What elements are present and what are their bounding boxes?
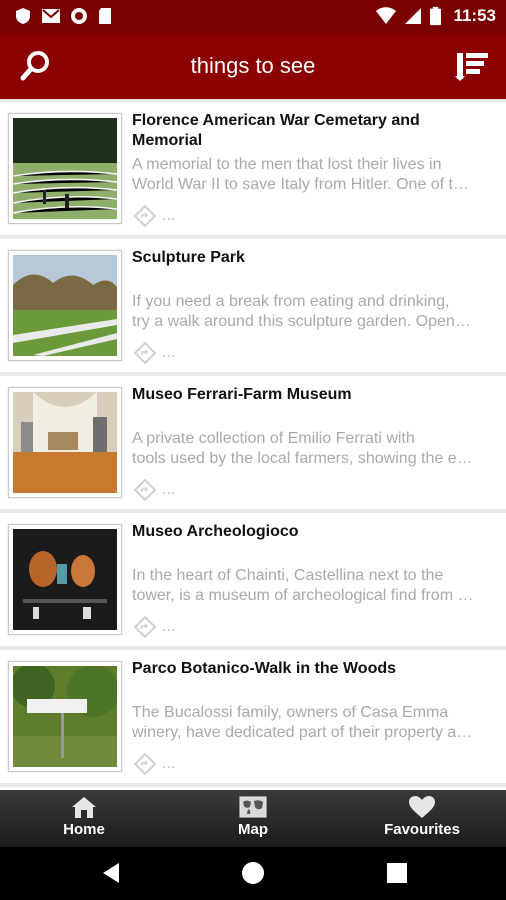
description-line: If you need a break from eating and drin…: [132, 293, 450, 310]
description-line: winery, have dedicated part of their pro…: [132, 724, 473, 741]
item-title: Sculpture Park: [132, 249, 245, 266]
description-line: tools used by the local farmers, showing…: [132, 450, 473, 467]
page-title: things to see: [190, 53, 316, 78]
back-icon[interactable]: [99, 860, 125, 886]
item-meta-text: ...: [162, 755, 176, 772]
heart-icon: [409, 796, 435, 818]
directions-icon: [134, 479, 156, 501]
notification-icons: [14, 7, 113, 25]
item-meta-text: ...: [162, 207, 176, 224]
description-line: In the heart of Chainti, Castellina next…: [132, 567, 444, 584]
directions-icon: [134, 342, 156, 364]
item-meta: ...: [134, 479, 175, 501]
description-line: World War II to save Italy from Hitler. …: [132, 176, 469, 193]
clock-time: 11:53: [453, 6, 496, 25]
description-line: The Bucalossi family, owners of Casa Emm…: [132, 704, 449, 721]
thumbnail-frame: [8, 661, 122, 772]
list-item[interactable]: Parco Botanico-Walk in the Woods The Buc…: [0, 650, 506, 783]
nav-favourites-label: Favourites: [384, 821, 460, 838]
description-line: tower, is a museum of archeological find…: [132, 587, 474, 604]
item-meta-text: ...: [162, 618, 176, 635]
sculpture-park-thumbnail: [13, 255, 117, 356]
botanical-park-thumbnail: [13, 666, 117, 767]
item-meta: ...: [134, 342, 175, 364]
item-description: A memorial to the men that lost their li…: [132, 155, 497, 195]
nav-favourites-button[interactable]: Favourites: [372, 790, 472, 847]
item-title: Florence American War Cemetary and Memor…: [132, 112, 420, 149]
system-navigation-bar: [0, 847, 506, 900]
directions-icon: [134, 616, 156, 638]
item-meta-text: ...: [162, 344, 176, 361]
item-title: Parco Botanico-Walk in the Woods: [132, 660, 397, 677]
wifi-icon: [376, 7, 397, 24]
thumbnail-frame: [8, 250, 122, 361]
item-meta-text: ...: [162, 481, 176, 498]
list-item[interactable]: Sculpture Park If you need a break from …: [0, 239, 506, 372]
item-meta: ...: [134, 753, 175, 775]
app-bar: things to see: [0, 33, 506, 99]
sd-card-icon: [99, 8, 111, 24]
item-description: The Bucalossi family, owners of Casa Emm…: [132, 703, 497, 743]
item-description: If you need a break from eating and drin…: [132, 292, 497, 332]
list-sort-icon: [455, 53, 488, 81]
gmail-icon: [42, 9, 60, 23]
status-bar: 11:53: [0, 0, 506, 33]
bottom-nav: Home Map Favourites: [0, 790, 506, 847]
archaeology-museum-thumbnail: [13, 529, 117, 630]
system-status-icons: 11:53: [376, 6, 496, 26]
home-icon: [72, 797, 96, 818]
nav-home-button[interactable]: Home: [44, 790, 124, 847]
thumbnail-frame: [8, 387, 122, 498]
list-item[interactable]: Florence American War Cemetary and Memor…: [0, 102, 506, 235]
home-circle-icon[interactable]: [240, 860, 266, 886]
description-line: try a walk around this sculpture garden.…: [132, 313, 471, 330]
description-line: A memorial to the men that lost their li…: [132, 156, 442, 173]
list-item[interactable]: Museo Ferrari-Farm Museum A private coll…: [0, 376, 506, 509]
attractions-list: Florence American War Cemetary and Memor…: [0, 99, 506, 790]
directions-icon: [134, 205, 156, 227]
thumbnail-frame: [8, 524, 122, 635]
item-description: In the heart of Chainti, Castellina next…: [132, 566, 497, 606]
list-item[interactable]: Museo Archeologioco In the heart of Chai…: [0, 513, 506, 646]
item-title: Museo Archeologioco: [132, 523, 299, 540]
directions-icon: [134, 753, 156, 775]
list-sort-button[interactable]: [454, 48, 490, 84]
battery-icon: [430, 6, 442, 26]
item-description: A private collection of Emilio Ferrati w…: [132, 429, 497, 469]
thumbnail-frame: [8, 113, 122, 224]
farm-museum-thumbnail: [13, 392, 117, 493]
description-line: A private collection of Emilio Ferrati w…: [132, 430, 415, 447]
nav-map-label: Map: [238, 821, 268, 838]
nav-home-label: Home: [63, 821, 105, 838]
item-meta: ...: [134, 205, 175, 227]
cemetery-thumbnail: [13, 118, 117, 219]
item-title: Museo Ferrari-Farm Museum: [132, 386, 352, 403]
nav-map-button[interactable]: Map: [213, 790, 293, 847]
item-meta: ...: [134, 616, 175, 638]
signal-icon: [405, 8, 422, 24]
recents-icon[interactable]: [384, 860, 410, 886]
record-icon: [71, 8, 87, 24]
world-map-icon: [239, 796, 267, 818]
shield-icon: [16, 8, 30, 24]
